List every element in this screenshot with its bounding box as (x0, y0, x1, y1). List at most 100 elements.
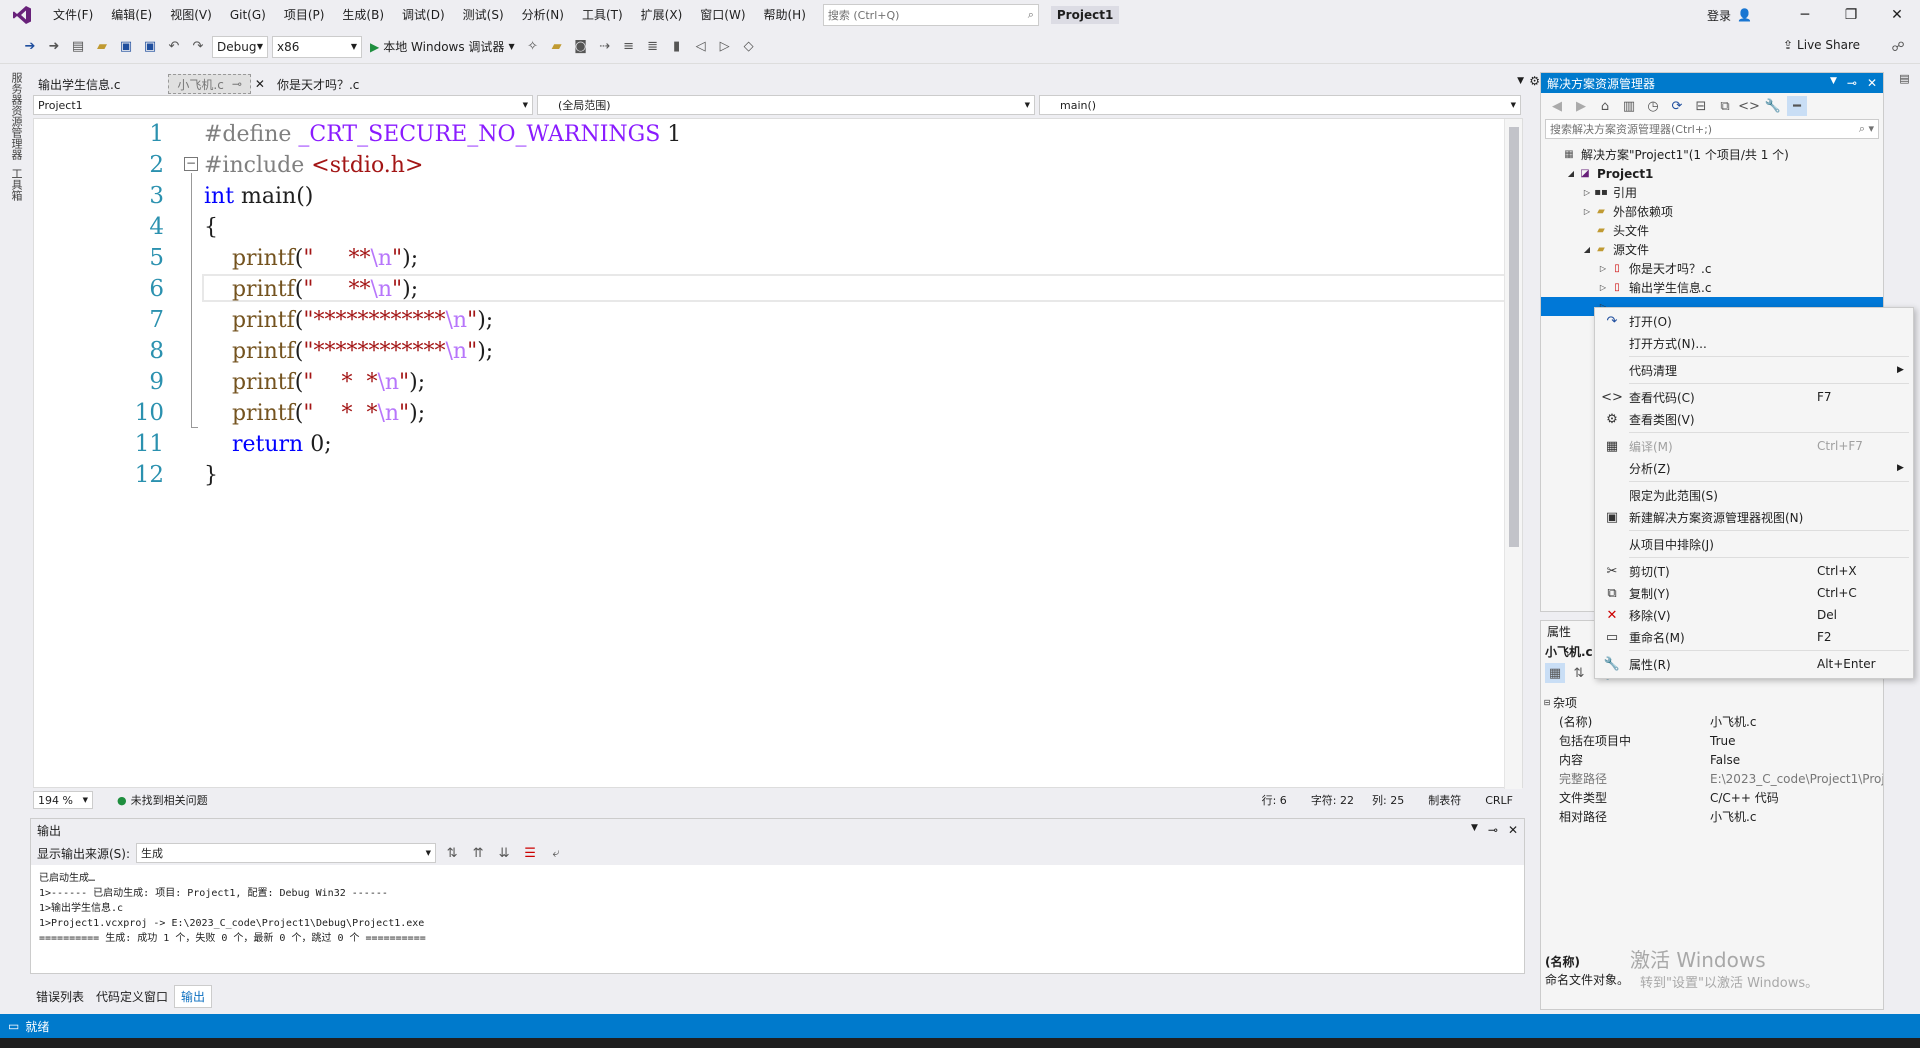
step-icon[interactable]: ⇢ (595, 37, 615, 57)
menu-item[interactable]: 分析(N) (513, 0, 573, 30)
comment-icon[interactable]: ≡ (619, 37, 639, 57)
view-code-icon[interactable]: <> (1738, 96, 1760, 116)
code-line[interactable]: { (204, 212, 681, 243)
fire-icon[interactable]: ✧ (523, 37, 543, 57)
code-line[interactable]: printf(" * *\n"); (204, 367, 681, 398)
prev-message-icon[interactable]: ⇈ (468, 843, 488, 863)
preview-icon[interactable]: ━ (1787, 96, 1807, 116)
redo-icon[interactable]: ↷ (188, 37, 208, 57)
forward-icon[interactable]: ➜ (44, 37, 64, 57)
code-line[interactable]: int main() (204, 181, 681, 212)
tree-item[interactable]: ▷ ▰ 外部依赖项 (1541, 202, 1883, 221)
code-line[interactable]: printf(" **\n"); (204, 274, 681, 305)
new-project-icon[interactable]: ▤ (68, 37, 88, 57)
save-all-icon[interactable]: ▣ (140, 37, 160, 57)
collapse-all-icon[interactable]: ⊟ (1691, 96, 1711, 116)
property-value[interactable]: True (1706, 734, 1883, 748)
code-line[interactable]: } (204, 460, 681, 491)
tab-dropdown-icon[interactable]: ▼ (1517, 76, 1524, 86)
code-line[interactable]: #include <stdio.h> (204, 150, 681, 181)
menu-item[interactable]: 视图(V) (161, 0, 221, 30)
show-all-files-icon[interactable]: ⧉ (1715, 96, 1735, 116)
server-explorer-tab[interactable]: 服务器资源管理器 (8, 72, 24, 160)
uncomment-icon[interactable]: ≣ (643, 37, 663, 57)
scrollbar-thumb[interactable] (1509, 127, 1519, 547)
sync-icon[interactable]: ⟳ (1667, 96, 1687, 116)
dropdown-icon[interactable]: ▼ (1471, 823, 1478, 837)
context-menu-item[interactable]: ✕ 移除(V) Del (1595, 604, 1913, 626)
expand-icon[interactable]: ◢ (1565, 169, 1577, 178)
menu-item[interactable]: 扩展(X) (632, 0, 692, 30)
property-row[interactable]: 内容 False (1541, 750, 1883, 769)
property-row[interactable]: 相对路径 小飞机.c (1541, 807, 1883, 826)
close-icon[interactable]: ✕ (1867, 76, 1877, 90)
expand-icon[interactable]: ◢ (1581, 245, 1593, 254)
zoom-select[interactable]: 194 % ▼ (33, 791, 93, 809)
pending-changes-icon[interactable]: ◷ (1643, 96, 1663, 116)
property-value[interactable]: 小飞机.c (1706, 713, 1883, 730)
save-icon[interactable]: ▣ (116, 37, 136, 57)
properties-icon[interactable]: 🔧 (1763, 96, 1783, 116)
property-category[interactable]: ⊟ 杂项 (1541, 693, 1883, 712)
code-text[interactable]: #define _CRT_SECURE_NO_WARNINGS 1 #includ… (204, 119, 681, 491)
context-menu-item[interactable]: ↷ 打开(O) (1595, 310, 1913, 332)
menu-item[interactable]: 窗口(W) (691, 0, 754, 30)
search-input[interactable]: 搜索 (Ctrl+Q) ⌕ (822, 4, 1039, 26)
clear-all-icon[interactable]: ☰ (520, 843, 540, 863)
tab-genius[interactable]: 你是天才吗？.c (269, 74, 367, 94)
editor-scrollbar[interactable] (1504, 119, 1522, 789)
property-value[interactable]: C/C++ 代码 (1706, 789, 1883, 806)
member-select[interactable]: main() ▼ (1039, 95, 1521, 115)
property-value[interactable]: E:\2023_C_code\Project1\Proje (1706, 772, 1883, 786)
expand-icon[interactable]: ▷ (1581, 207, 1593, 216)
prev-bookmark-icon[interactable]: ◁ (691, 37, 711, 57)
word-wrap-icon[interactable]: ⤶ (546, 843, 566, 863)
context-menu-item[interactable]: 分析(Z) ▶ (1595, 457, 1913, 479)
context-menu-item[interactable]: ⧉ 复制(Y) Ctrl+C (1595, 582, 1913, 604)
tree-item[interactable]: ◢ ▰ 源文件 (1541, 240, 1883, 259)
collapse-icon[interactable]: ⊟ (1541, 698, 1553, 707)
next-bookmark-icon[interactable]: ▷ (715, 37, 735, 57)
context-menu-item[interactable]: <> 查看代码(C) F7 (1595, 386, 1913, 408)
feedback-icon[interactable]: ☍ (1888, 37, 1908, 57)
solution-search-input[interactable]: 搜索解决方案资源管理器(Ctrl+;) ⌕ ▾ (1545, 119, 1879, 139)
alphabetical-icon[interactable]: ⇅ (1569, 663, 1589, 683)
global-scope-select[interactable]: (全局范围) ▼ (537, 95, 1035, 115)
home-icon[interactable]: ⌂ (1595, 96, 1615, 116)
code-line[interactable]: printf(" * *\n"); (204, 398, 681, 429)
collapse-toggle-icon[interactable]: − (184, 157, 198, 171)
code-line[interactable]: printf("************\n"); (204, 305, 681, 336)
find-message-icon[interactable]: ⇅ (442, 843, 462, 863)
tab-output[interactable]: 输出 (174, 984, 213, 1008)
expand-icon[interactable]: ▷ (1597, 283, 1609, 292)
expand-icon[interactable]: ▷ (1597, 264, 1609, 273)
project-scope-select[interactable]: Project1 ▼ (33, 95, 533, 115)
close-window-button[interactable]: ✕ (1874, 7, 1920, 23)
property-value[interactable]: False (1706, 753, 1883, 767)
context-menu-item[interactable]: ⚙ 查看类图(V) (1595, 408, 1913, 430)
context-menu-item[interactable]: ▦ 编译(M) Ctrl+F7 (1595, 435, 1913, 457)
login-link[interactable]: 登录 (1707, 7, 1731, 24)
issues-text[interactable]: 未找到相关问题 (131, 792, 208, 808)
tree-item[interactable]: ◢ ◪ Project1 (1541, 164, 1883, 183)
menu-item[interactable]: 帮助(H) (755, 0, 815, 30)
bookmark-icon[interactable]: ▮ (667, 37, 687, 57)
context-menu-item[interactable]: 限定为此范围(S) (1595, 484, 1913, 506)
settings-gear-icon[interactable]: ⚙ (1529, 74, 1540, 88)
tab-xiaofeiji[interactable]: 小飞机.c ⊸ (168, 74, 251, 94)
property-value[interactable]: 小飞机.c (1706, 808, 1883, 825)
menu-item[interactable]: 项目(P) (275, 0, 334, 30)
undo-icon[interactable]: ↶ (164, 37, 184, 57)
tree-item[interactable]: ▷ ▪▪ 引用 (1541, 183, 1883, 202)
context-menu-item[interactable]: 打开方式(N)... (1595, 332, 1913, 354)
menu-item[interactable]: 调试(D) (393, 0, 454, 30)
code-line[interactable]: printf(" **\n"); (204, 243, 681, 274)
pin-icon[interactable]: ⊸ (1488, 823, 1498, 837)
menu-item[interactable]: 工具(T) (573, 0, 632, 30)
browse-folder-icon[interactable]: ▰ (547, 37, 567, 57)
context-menu-item[interactable]: 从项目中排除(J) (1595, 533, 1913, 555)
menu-item[interactable]: 测试(S) (454, 0, 513, 30)
code-editor[interactable]: 1 2 3 4 5 6 7 8 9 10 11 12 − #define _CRT_SECURE_NO… (33, 118, 1523, 789)
pin-icon[interactable]: ⊸ (232, 77, 242, 91)
menu-item[interactable]: 生成(B) (333, 0, 393, 30)
